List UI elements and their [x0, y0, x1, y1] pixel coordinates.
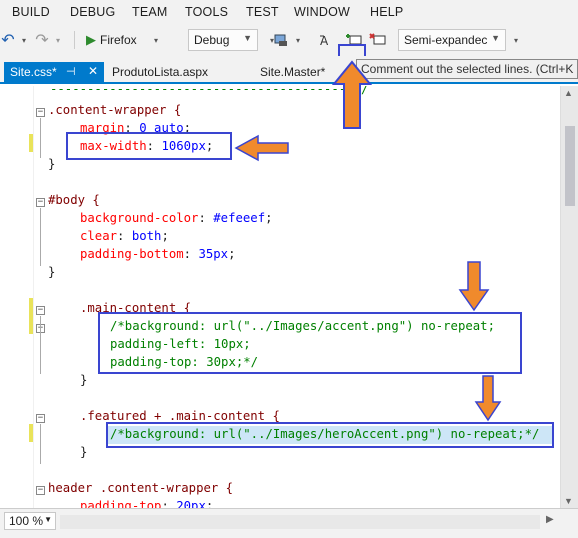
vertical-scrollbar[interactable]: ▲ ▼ [560, 86, 578, 508]
chevron-down-icon: ▼ [44, 515, 52, 524]
scroll-right-icon[interactable]: ▶ [546, 514, 554, 525]
arrow-down-1 [458, 261, 490, 312]
horizontal-scrollbar[interactable] [60, 515, 540, 529]
annotation-arrows [234, 60, 502, 422]
scroll-up-icon[interactable]: ▲ [564, 88, 573, 98]
zoom-combo[interactable]: 100 % ▼ [4, 512, 56, 530]
scroll-down-icon[interactable]: ▼ [564, 496, 573, 506]
arrow-up [331, 60, 373, 129]
arrow-down-2 [474, 375, 502, 422]
arrow-left [234, 134, 289, 162]
zoom-value: 100 % [9, 514, 44, 528]
scrollbar-thumb[interactable] [565, 126, 575, 206]
editor-bottom-bar: 100 % ▼ ▶ [0, 508, 578, 538]
